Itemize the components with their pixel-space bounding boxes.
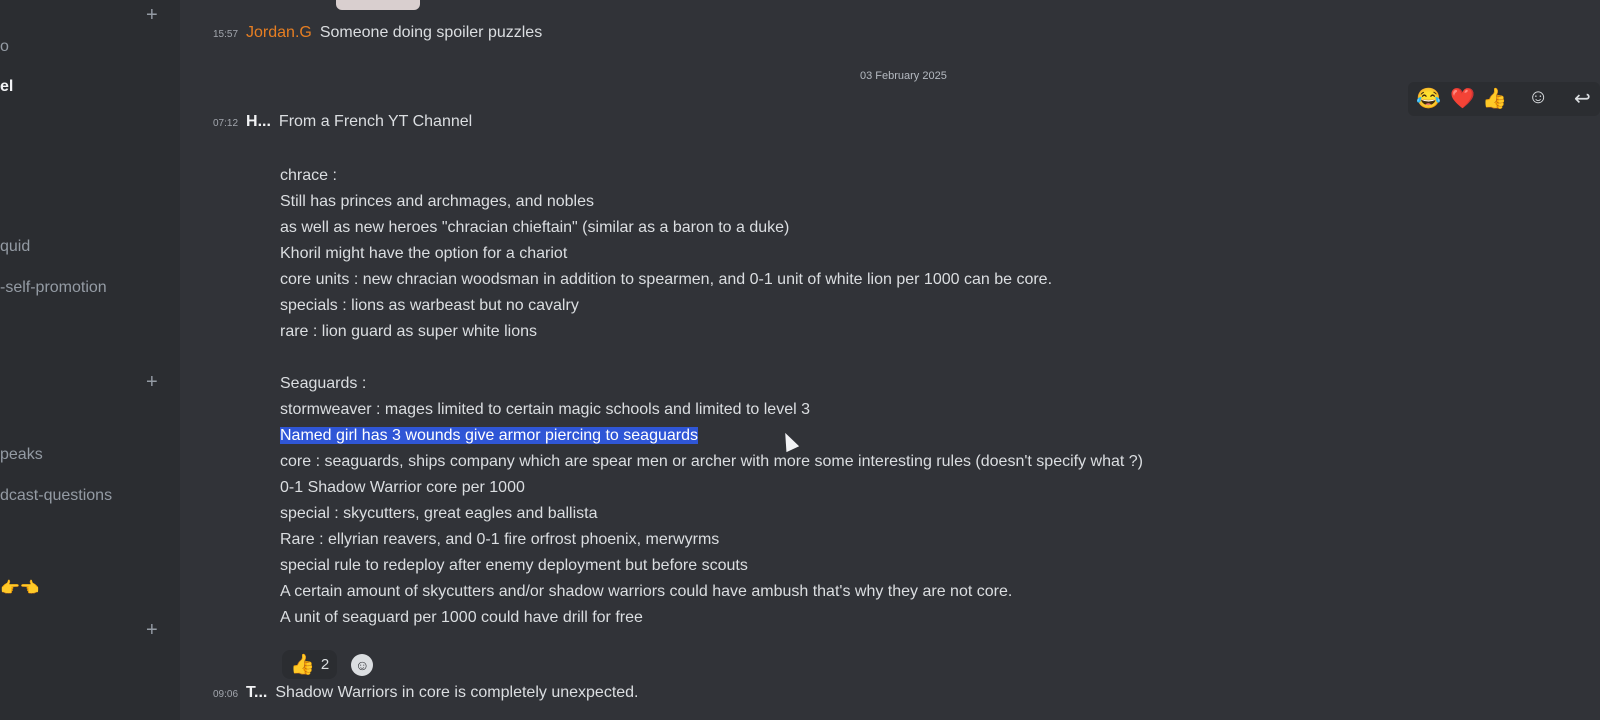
sidebar-item-active[interactable]: el: [0, 78, 13, 96]
body-line: Rare : ellyrian reavers, and 0-1 fire or…: [280, 531, 720, 548]
body-line: Seaguards :: [280, 375, 367, 392]
body-line-blank: [280, 345, 1380, 371]
body-line: core : seaguards, ships company which ar…: [280, 453, 1143, 470]
add-channel-icon[interactable]: +: [146, 371, 158, 394]
body-line: specials : lions as warbeast but no cava…: [280, 297, 579, 314]
timestamp: 15:57: [213, 29, 239, 40]
body-line: special rule to redeploy after enemy dep…: [280, 557, 748, 574]
thumbs-up-icon: 👍: [290, 654, 315, 676]
body-line: stormweaver : mages limited to certain m…: [280, 401, 810, 418]
body-line: 0-1 Shadow Warrior core per 1000: [280, 479, 525, 496]
heart-emoji-icon[interactable]: ❤️: [1450, 86, 1475, 111]
image-attachment-edge: [336, 0, 420, 10]
body-line: Khoril might have the option for a chari…: [280, 245, 568, 262]
message-row: 07:12 H... From a French YT Channel: [213, 113, 472, 131]
message-body: chrace : Still has princes and archmages…: [280, 163, 1380, 631]
message-text: Someone doing spoiler puzzles: [319, 24, 543, 41]
message-row: 09:06 T... Shadow Warriors in core is co…: [213, 684, 639, 702]
body-line: as well as new heroes "chracian chieftai…: [280, 219, 790, 236]
sidebar-item-peaks[interactable]: peaks: [0, 446, 43, 464]
message-text: From a French YT Channel: [278, 113, 473, 130]
body-line: Still has princes and archmages, and nob…: [280, 193, 594, 210]
add-channel-icon[interactable]: +: [146, 619, 158, 642]
author-name[interactable]: Jordan.G: [246, 24, 312, 42]
highlighted-line[interactable]: Named girl has 3 wounds give armor pierc…: [280, 423, 1380, 449]
add-channel-icon[interactable]: +: [146, 4, 158, 27]
laughing-emoji-icon[interactable]: 😂: [1416, 86, 1441, 111]
body-line: A certain amount of skycutters and/or sh…: [280, 583, 1013, 600]
reply-icon[interactable]: ↩: [1574, 86, 1591, 111]
date-separator: 03 February 2025: [860, 70, 947, 82]
timestamp: 07:12: [213, 118, 239, 129]
body-line: chrace :: [280, 167, 337, 184]
message-text: Shadow Warriors in core is completely un…: [275, 684, 639, 701]
body-line: special : skycutters, great eagles and b…: [280, 505, 598, 522]
reaction-count: 2: [320, 656, 330, 673]
sidebar-item-self-promotion[interactable]: -self-promotion: [0, 279, 107, 297]
body-line: core units : new chracian woodsman in ad…: [280, 271, 1053, 288]
body-line: rare : lion guard as super white lions: [280, 323, 538, 340]
reactions-bar: 👍 2 ☺: [282, 650, 374, 679]
pointing-emoji-icon: 👉👈: [0, 580, 40, 597]
sidebar-item-3[interactable]: quid: [0, 238, 30, 256]
message-row: 15:57 Jordan.G Someone doing spoiler puz…: [213, 24, 542, 42]
add-reaction-icon[interactable]: ☺: [351, 653, 374, 676]
selected-text[interactable]: Named girl has 3 wounds give armor pierc…: [280, 427, 698, 444]
timestamp: 09:06: [213, 689, 239, 700]
thumbs-up-emoji-icon[interactable]: 👍: [1482, 86, 1507, 111]
author-name[interactable]: T...: [246, 684, 267, 702]
sidebar-item-1[interactable]: o: [0, 38, 9, 56]
channel-sidebar: + o el quid -self-promotion + peaks dcas…: [0, 0, 180, 720]
sidebar-item-podcast-questions[interactable]: dcast-questions: [0, 487, 112, 505]
author-name[interactable]: H...: [246, 113, 271, 131]
body-line: A unit of seaguard per 1000 could have d…: [280, 609, 643, 626]
reaction-thumbs-up[interactable]: 👍 2: [282, 650, 338, 679]
add-reaction-icon[interactable]: ☺: [1528, 86, 1548, 109]
message-hover-toolbar: 😂 ❤️ 👍 ☺ ↩: [1408, 82, 1600, 116]
